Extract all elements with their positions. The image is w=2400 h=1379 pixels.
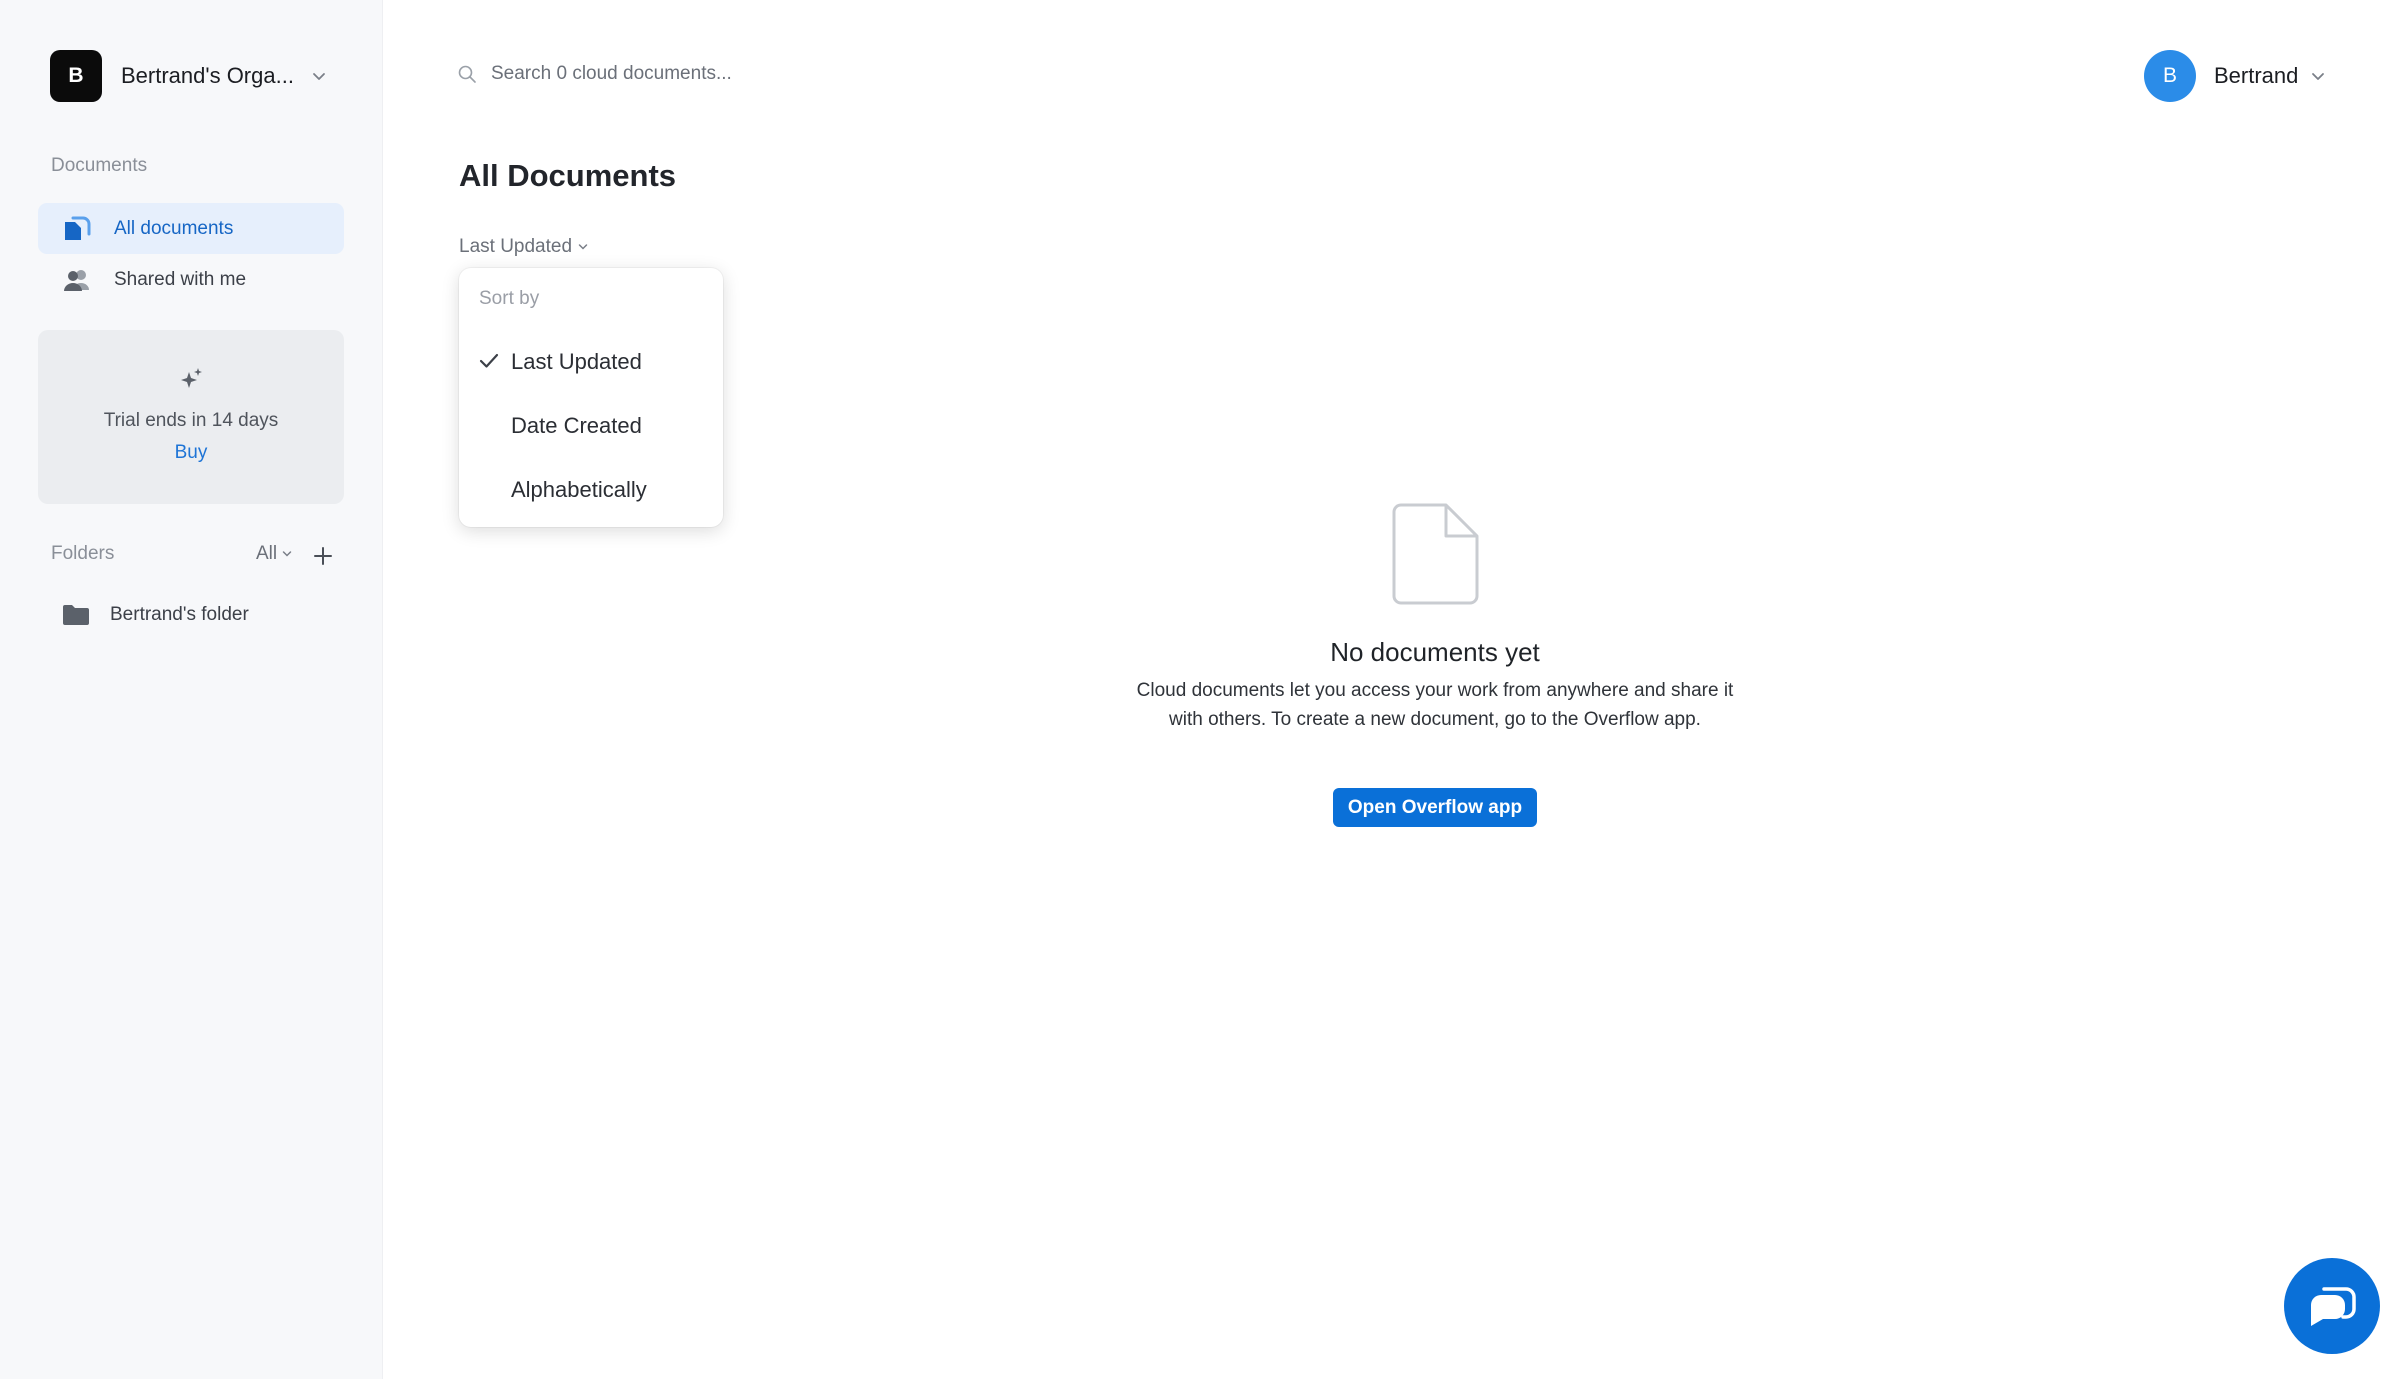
empty-state-title: No documents yet: [1330, 637, 1540, 667]
chevron-down-icon: [282, 551, 292, 557]
avatar: B: [2144, 50, 2196, 102]
sort-option-label: Alphabetically: [511, 477, 647, 502]
organization-switcher[interactable]: B Bertrand's Orga...: [50, 50, 326, 102]
user-menu[interactable]: B Bertrand: [2144, 50, 2326, 102]
sidebar-item-all-documents[interactable]: All documents: [38, 203, 344, 254]
open-overflow-app-button[interactable]: Open Overflow app: [1333, 788, 1537, 827]
folder-label: Bertrand's folder: [110, 604, 249, 625]
sort-option-label: Date Created: [511, 413, 642, 438]
sort-option-label: Last Updated: [511, 349, 642, 374]
sparkle-icon: [181, 368, 202, 388]
folder-icon: [63, 605, 89, 625]
sidebar: B Bertrand's Orga... Documents All docum…: [0, 0, 383, 1379]
sort-menu: Sort by Last Updated Date Created Alphab…: [459, 268, 723, 527]
chevron-down-icon: [2312, 73, 2325, 80]
chat-support-button[interactable]: [2284, 1258, 2380, 1354]
trial-card: Trial ends in 14 days Buy: [38, 330, 344, 504]
blank-document-icon: [1392, 503, 1479, 605]
folder-item[interactable]: Bertrand's folder: [62, 603, 249, 627]
shared-users-icon: [62, 265, 92, 295]
sort-current-label: Last Updated: [459, 236, 573, 257]
empty-state-description: Cloud documents let you access your work…: [1136, 680, 1734, 730]
sidebar-item-shared-with-me[interactable]: Shared with me: [38, 254, 344, 305]
search-icon: [458, 65, 476, 83]
search-input[interactable]: [489, 62, 913, 86]
folders-title: Folders: [51, 543, 115, 564]
chevron-down-icon: [313, 73, 325, 80]
search-bar: [457, 62, 913, 86]
sort-option-date-created[interactable]: Date Created: [459, 401, 723, 451]
folders-filter[interactable]: All: [256, 543, 292, 565]
plus-icon[interactable]: [310, 543, 336, 569]
buy-link[interactable]: Buy: [38, 442, 344, 464]
documents-section-title: Documents: [51, 155, 148, 176]
trial-text: Trial ends in 14 days: [103, 410, 279, 431]
page-title: All Documents: [459, 158, 677, 193]
organization-logo: B: [50, 50, 102, 102]
sidebar-item-label: Shared with me: [114, 268, 247, 290]
organization-name: Bertrand's Orga...: [121, 63, 294, 88]
sort-option-last-updated[interactable]: Last Updated: [459, 337, 723, 387]
sidebar-item-label: All documents: [114, 217, 234, 239]
sort-menu-title: Sort by: [479, 288, 540, 309]
check-icon: [479, 353, 499, 368]
folders-header: Folders All: [51, 543, 334, 571]
user-name: Bertrand: [2214, 63, 2299, 88]
sort-option-alphabetically[interactable]: Alphabetically: [459, 465, 723, 515]
documents-icon: [62, 214, 92, 244]
folders-filter-label: All: [256, 543, 278, 564]
chevron-down-icon: [578, 244, 588, 250]
chat-icon: [2311, 1287, 2356, 1326]
sort-dropdown-trigger[interactable]: Last Updated: [459, 236, 588, 258]
